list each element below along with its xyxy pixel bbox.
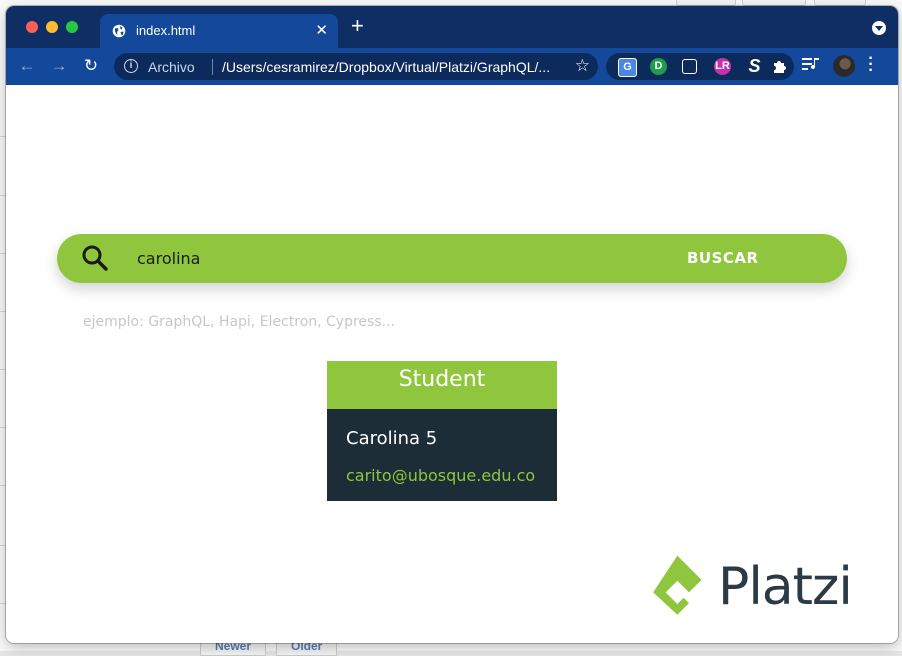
search-input[interactable] [137, 246, 637, 270]
search-button[interactable]: BUSCAR [687, 246, 759, 270]
new-tab-button[interactable]: + [351, 15, 364, 37]
tab-search-icon[interactable] [872, 21, 886, 35]
forward-button[interactable]: → [48, 55, 70, 77]
url-text[interactable]: /Users/cesramirez/Dropbox/Virtual/Platzi… [222, 59, 550, 75]
screenshot-extension-icon[interactable] [682, 59, 697, 74]
card-type-title: Student [398, 367, 486, 392]
media-control-icon[interactable] [802, 57, 820, 74]
search-hint: ejemplo: GraphQL, Hapi, Electron, Cypres… [83, 314, 395, 330]
dashlane-extension-icon[interactable]: D [650, 58, 667, 75]
tab-title: index.html [136, 23, 196, 38]
maximize-window-button[interactable] [66, 21, 78, 33]
close-tab-icon[interactable]: ✕ [315, 21, 328, 39]
page-content: BUSCAR ejemplo: GraphQL, Hapi, Electron,… [6, 85, 898, 643]
browser-window: index.html ✕ + ← → ↻ i Archivo /Users/ce… [6, 6, 898, 643]
search-icon[interactable] [81, 244, 109, 272]
s-extension-icon[interactable]: S [746, 57, 763, 75]
card-header: Student [327, 361, 557, 409]
search-bar: BUSCAR [57, 234, 847, 283]
more-menu-icon[interactable]: · · · [868, 51, 874, 79]
platzi-wordmark: Platzi [718, 557, 853, 617]
minimize-window-button[interactable] [46, 21, 58, 33]
extensions-group: G D LR S [606, 53, 794, 80]
student-email: carito@ubosque.edu.co [346, 466, 536, 485]
scheme-label: Archivo [148, 59, 195, 75]
info-icon[interactable]: i [124, 59, 138, 73]
result-card[interactable]: Student Carolina 5 carito@ubosque.edu.co [327, 361, 557, 501]
tab-strip: index.html ✕ + [6, 6, 898, 48]
bookmark-star-icon[interactable]: ☆ [575, 56, 590, 76]
globe-icon [112, 24, 126, 38]
lr-extension-icon[interactable]: LR [714, 58, 731, 75]
reload-button[interactable]: ↻ [80, 55, 102, 77]
close-window-button[interactable] [26, 21, 38, 33]
profile-avatar[interactable] [833, 55, 855, 77]
address-separator [212, 59, 213, 75]
platzi-logo-icon [653, 555, 702, 615]
address-bar[interactable]: i Archivo /Users/cesramirez/Dropbox/Virt… [114, 53, 598, 80]
platzi-logo: Platzi [646, 554, 866, 624]
tab-index-html[interactable]: index.html ✕ [100, 14, 338, 48]
student-name: Carolina 5 [346, 428, 438, 449]
puzzle-icon[interactable] [771, 57, 789, 75]
back-button[interactable]: ← [16, 55, 38, 77]
translate-extension-icon[interactable]: G [618, 58, 637, 77]
browser-toolbar: ← → ↻ i Archivo /Users/cesramirez/Dropbo… [6, 48, 898, 85]
